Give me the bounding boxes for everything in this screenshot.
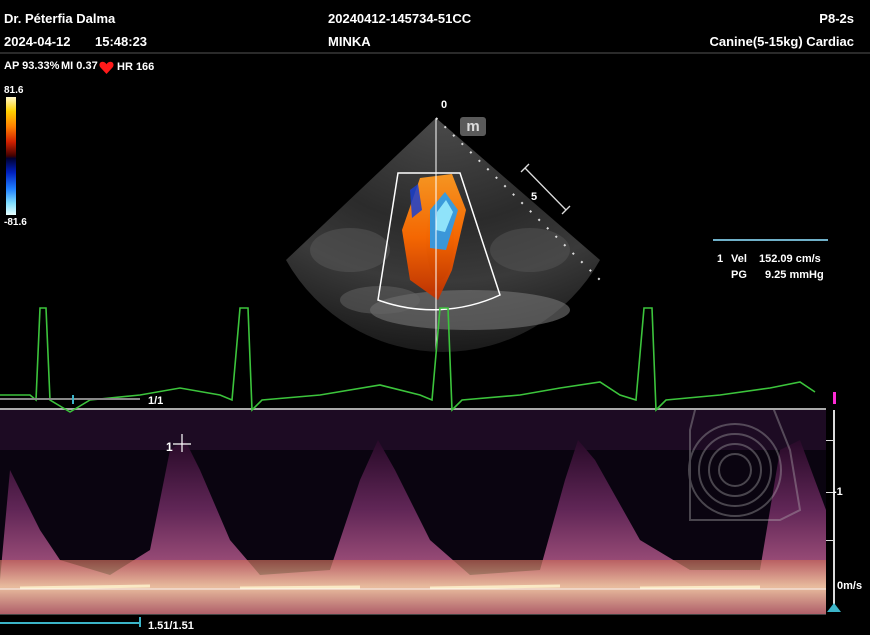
- color-scale-bar: [6, 97, 16, 215]
- pressure-gradient-value: 9.25 mmHg: [765, 269, 824, 281]
- exam-time: 15:48:23: [95, 34, 148, 49]
- doctor-name: Dr. Péterfia Dalma: [4, 11, 116, 26]
- exam-id: 20240412-145734-51CC: [328, 11, 472, 26]
- exam-date: 2024-04-12: [4, 34, 71, 49]
- measurement-marker-label: 1: [166, 440, 173, 454]
- depth-five-label: 5: [531, 191, 538, 203]
- cine-progress-bar[interactable]: [0, 622, 140, 624]
- axis-tick: [826, 440, 833, 441]
- velocity-scale-label: -1: [833, 486, 843, 498]
- cine-handle[interactable]: [139, 617, 141, 627]
- axis-tick: [826, 492, 833, 493]
- ecg-trace: [0, 307, 816, 413]
- exam-preset: Canine(5-15kg) Cardiac: [709, 34, 855, 49]
- patient-name: MINKA: [328, 34, 371, 49]
- probe-name: P8-2s: [819, 11, 854, 26]
- m-mode-badge[interactable]: m: [460, 117, 486, 136]
- measurement-panel: 1 Vel 152.09 cm/s PG 9.25 mmHg: [713, 239, 828, 285]
- measurement-index: 1: [717, 253, 724, 265]
- cine-position-marker[interactable]: [833, 392, 836, 404]
- color-scale-max: 81.6: [4, 85, 24, 96]
- velocity-label: Vel: [731, 253, 747, 265]
- color-scale-min: -81.6: [4, 217, 27, 228]
- acoustic-power: AP 93.33%: [4, 60, 60, 72]
- pressure-gradient-label: PG: [731, 269, 747, 281]
- velocity-value: 152.09 cm/s: [759, 253, 821, 265]
- heart-icon: [99, 61, 114, 74]
- doppler-spectrum: [0, 410, 826, 614]
- depth-zero-label: 0: [441, 99, 448, 111]
- velocity-axis: [833, 410, 835, 608]
- heart-rate: HR 166: [117, 61, 155, 73]
- axis-tick: [826, 540, 833, 541]
- header-divider: [0, 52, 870, 54]
- frame-counter: 1/1: [148, 395, 164, 407]
- mechanical-index: MI 0.37: [61, 60, 98, 72]
- baseline-label: 0m/s: [837, 580, 863, 592]
- time-axis: [0, 614, 826, 615]
- cine-counter: 1.51/1.51: [148, 620, 194, 632]
- baseline-arrow-icon[interactable]: [827, 603, 841, 612]
